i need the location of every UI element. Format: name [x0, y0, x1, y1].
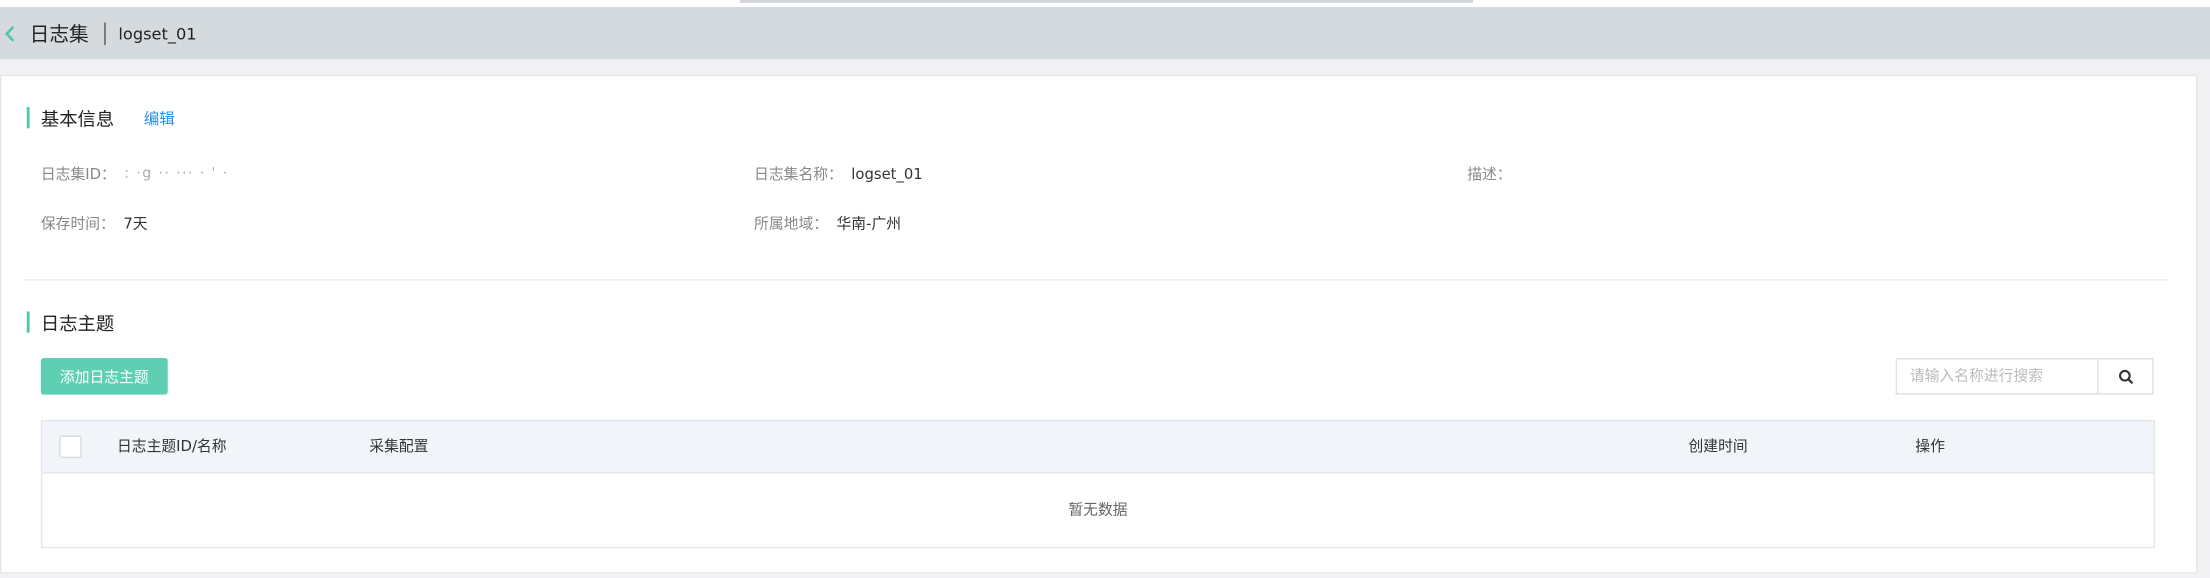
edit-link[interactable]: 编辑	[144, 106, 175, 129]
page: 日志集 logset_01 基本信息 编辑 日志集ID： : ·g ·· ···…	[0, 0, 2210, 578]
top-scroll-indicator	[739, 0, 1473, 3]
section-accent-bar	[26, 107, 30, 129]
search-input[interactable]	[1895, 357, 2098, 395]
logset-name-value: logset_01	[851, 165, 923, 183]
column-header-topic-id-name: 日志主题ID/名称	[116, 438, 227, 456]
retention-field: 保存时间： 7天	[41, 213, 148, 234]
search-icon	[2118, 369, 2133, 384]
chevron-left-icon	[5, 25, 15, 42]
search-button[interactable]	[2097, 357, 2154, 395]
browser-top-strip	[0, 0, 2210, 8]
logset-name-field: 日志集名称： logset_01	[754, 163, 923, 184]
column-header-created-time: 创建时间	[1688, 438, 1748, 456]
log-topics-title: 日志主题	[40, 314, 115, 336]
retention-value: 7天	[123, 215, 148, 233]
basic-info-section-title: 基本信息 编辑	[26, 104, 175, 132]
table-header: 日志主题ID/名称 采集配置 创建时间 操作	[42, 421, 2154, 474]
log-topics-table: 日志主题ID/名称 采集配置 创建时间 操作 暂无数据	[40, 420, 2156, 549]
add-log-topic-button[interactable]: 添加日志主题	[40, 357, 168, 395]
section-accent-bar	[26, 311, 30, 333]
back-button[interactable]	[3, 23, 17, 43]
select-all-checkbox[interactable]	[59, 435, 82, 459]
logset-name-label: 日志集名称：	[754, 166, 843, 184]
column-header-collection-config: 采集配置	[369, 438, 429, 456]
logset-id-field: 日志集ID： : ·g ·· ··· · ' ·	[41, 163, 229, 184]
logset-id-value: : ·g ·· ··· · ' ·	[124, 166, 229, 182]
region-field: 所属地域： 华南-广州	[754, 213, 901, 234]
description-label: 描述：	[1467, 166, 1512, 184]
page-title: 日志集	[29, 23, 89, 46]
description-field: 描述：	[1467, 163, 1520, 184]
logset-id-label: 日志集ID：	[40, 166, 116, 184]
search-box	[1895, 357, 2154, 395]
section-divider	[22, 279, 2170, 281]
page-subtitle: logset_01	[118, 23, 197, 43]
region-value: 华南-广州	[836, 215, 902, 233]
retention-label: 保存时间：	[40, 215, 115, 233]
log-topics-section-title: 日志主题	[26, 309, 115, 336]
content-card: 基本信息 编辑 日志集ID： : ·g ·· ··· · ' · 日志集名称： …	[0, 74, 2198, 574]
region-label: 所属地域：	[754, 215, 829, 233]
basic-info-title: 基本信息	[40, 109, 115, 132]
page-header: 日志集 logset_01	[0, 7, 2210, 60]
table-empty-state: 暂无数据	[1068, 501, 1128, 519]
header-divider	[104, 21, 106, 45]
column-header-actions: 操作	[1915, 438, 1946, 456]
